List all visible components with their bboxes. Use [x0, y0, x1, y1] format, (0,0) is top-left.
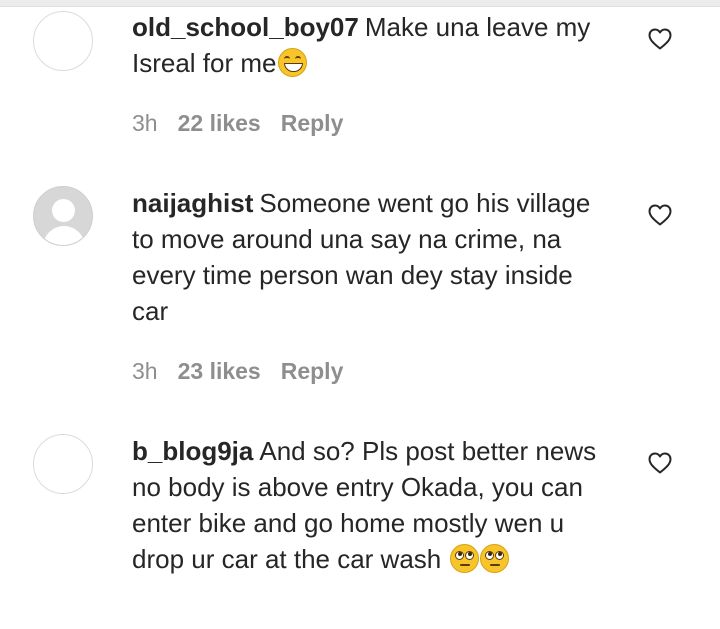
heart-outline-icon[interactable]	[648, 28, 672, 50]
top-divider	[0, 0, 720, 7]
heart-outline-icon[interactable]	[648, 204, 672, 226]
comment-likes-count[interactable]: 23 likes	[178, 358, 261, 384]
face-with-rolling-eyes-icon	[449, 544, 479, 573]
default-profile-icon	[52, 199, 75, 222]
heart-outline-icon[interactable]	[648, 452, 672, 474]
comment-time: 3h	[132, 358, 158, 384]
grinning-squinting-face-icon	[277, 48, 307, 77]
avatar[interactable]	[33, 186, 93, 246]
comment-username[interactable]: naijaghist	[132, 188, 253, 218]
comment-body: b_blog9ja And so? Pls post better news no…	[132, 433, 612, 577]
comment-meta: 3h 22 likes Reply	[132, 110, 363, 137]
comment-username[interactable]: old_school_boy07	[132, 12, 359, 42]
comment-body: old_school_boy07 Make una leave my Isreal…	[132, 9, 612, 81]
avatar[interactable]	[33, 11, 93, 71]
face-with-rolling-eyes-icon	[479, 544, 509, 573]
comment-likes-count[interactable]: 22 likes	[178, 110, 261, 136]
reply-button[interactable]: Reply	[281, 358, 344, 384]
comment-time: 3h	[132, 110, 158, 136]
avatar[interactable]	[33, 434, 93, 494]
comment-meta: 3h 23 likes Reply	[132, 358, 363, 385]
reply-button[interactable]: Reply	[281, 110, 344, 136]
comment-body: naijaghist Someone went go his village to…	[132, 185, 612, 329]
comment-username[interactable]: b_blog9ja	[132, 436, 253, 466]
